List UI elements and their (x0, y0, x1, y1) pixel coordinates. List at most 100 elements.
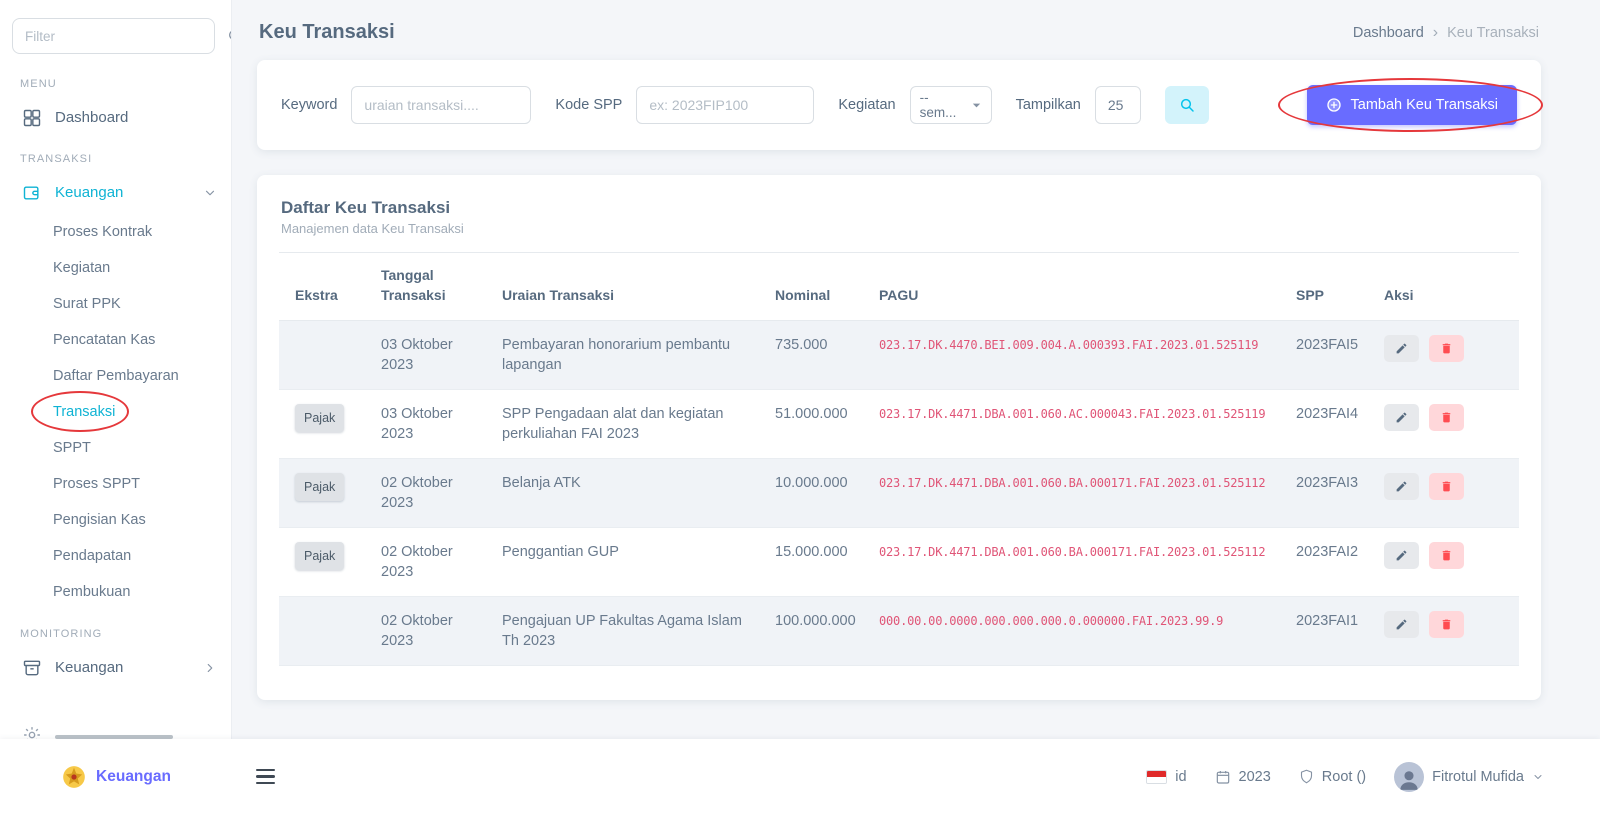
pagu-code: 023.17.DK.4470.BEI.009.004.A.000393.FAI.… (879, 338, 1258, 352)
pajak-badge: Pajak (295, 542, 344, 570)
delete-button[interactable] (1429, 542, 1464, 569)
sidebar-subitem[interactable]: Pendapatan (0, 538, 231, 574)
cell-ekstra: Pajak (279, 390, 365, 459)
delete-button[interactable] (1429, 404, 1464, 431)
sidebar-subitem[interactable]: Kegiatan (0, 250, 231, 286)
breadcrumb-home[interactable]: Dashboard (1353, 25, 1424, 41)
keyword-label: Keyword (281, 97, 337, 113)
pagu-code: 000.00.00.0000.000.000.000.0.000000.FAI.… (879, 614, 1223, 628)
sidebar-item-label: Keuangan (55, 657, 123, 679)
page-title: Keu Transaksi (259, 21, 395, 44)
flag-id-icon (1146, 770, 1167, 784)
cell-aksi (1368, 528, 1519, 597)
sidebar-subitem[interactable]: Proses Kontrak (0, 214, 231, 250)
cell-ekstra: Pajak (279, 528, 365, 597)
kode-spp-group: Kode SPP (555, 86, 814, 124)
tampilkan-group: Tampilkan (1016, 86, 1141, 124)
sidebar-subitem[interactable]: Pencatatan Kas (0, 322, 231, 358)
sidebar-subitem[interactable]: Transaksi (0, 394, 231, 430)
sidebar-subitem[interactable]: Pembukuan (0, 574, 231, 610)
sidebar-item-clipped[interactable] (0, 715, 231, 739)
edit-button[interactable] (1384, 335, 1419, 362)
col-uraian: Uraian Transaksi (486, 253, 759, 321)
user-menu[interactable]: Fitrotul Mufida (1394, 762, 1544, 792)
kode-spp-input[interactable] (636, 86, 814, 124)
delete-button[interactable] (1429, 473, 1464, 500)
sidebar-subitem[interactable]: Proses SPPT (0, 466, 231, 502)
avatar (1394, 762, 1424, 792)
footer-brand[interactable]: Keuangan (0, 764, 232, 790)
col-pagu: PAGU (863, 253, 1280, 321)
cell-spp: 2023FAI5 (1280, 321, 1368, 390)
kegiatan-label: Kegiatan (838, 97, 895, 113)
cell-uraian: SPP Pengadaan alat dan kegiatan perkulia… (486, 390, 759, 459)
cell-ekstra: Pajak (279, 459, 365, 528)
user-name-label: Fitrotul Mufida (1432, 769, 1524, 785)
add-button-label: Tambah Keu Transaksi (1351, 97, 1499, 113)
cell-aksi (1368, 459, 1519, 528)
delete-button[interactable] (1429, 611, 1464, 638)
sidebar: MENU Dashboard TRANSAKSI Keuangan (0, 0, 232, 739)
trash-icon (1440, 618, 1453, 631)
sidebar-subitem[interactable]: Daftar Pembayaran (0, 358, 231, 394)
table-row: Pajak 03 Oktober 2023 SPP Pengadaan alat… (279, 390, 1519, 459)
sidebar-filter-row (0, 0, 231, 64)
col-aksi: Aksi (1368, 253, 1519, 321)
cell-aksi (1368, 321, 1519, 390)
sidebar-item-monitoring-keuangan[interactable]: Keuangan (0, 647, 231, 689)
edit-button[interactable] (1384, 473, 1419, 500)
cell-tanggal: 02 Oktober 2023 (365, 528, 486, 597)
chevron-down-icon (203, 186, 217, 200)
pencil-icon (1395, 342, 1408, 355)
table-row: 02 Oktober 2023 Pengajuan UP Fakultas Ag… (279, 597, 1519, 666)
sidebar-item-keuangan[interactable]: Keuangan (0, 172, 231, 214)
sidebar-item-dashboard[interactable]: Dashboard (0, 97, 231, 139)
keyword-input[interactable] (351, 86, 531, 124)
chevron-down-icon (1532, 771, 1544, 783)
row-actions (1384, 335, 1503, 362)
edit-button[interactable] (1384, 542, 1419, 569)
sidebar-filter-input[interactable] (12, 18, 215, 54)
edit-button[interactable] (1384, 611, 1419, 638)
table-body: 03 Oktober 2023 Pembayaran honorarium pe… (279, 321, 1519, 666)
row-actions (1384, 611, 1503, 638)
col-spp: SPP (1280, 253, 1368, 321)
edit-button[interactable] (1384, 404, 1419, 431)
add-button-wrap: Tambah Keu Transaksi (1307, 85, 1518, 125)
table-subtitle: Manajemen data Keu Transaksi (257, 221, 1541, 252)
sidebar-subitem[interactable]: Pengisian Kas (0, 502, 231, 538)
footer-right: id 2023 Root () (1146, 762, 1544, 792)
cell-nominal: 735.000 (759, 321, 863, 390)
menu-icon[interactable] (252, 765, 279, 789)
cell-spp: 2023FAI4 (1280, 390, 1368, 459)
main-content: Keu Transaksi Dashboard › Keu Transaksi … (232, 0, 1600, 739)
breadcrumb-current: Keu Transaksi (1447, 25, 1539, 41)
cell-aksi (1368, 597, 1519, 666)
sidebar-subitem[interactable]: SPPT (0, 430, 231, 466)
kegiatan-select-value: --sem... (920, 90, 965, 120)
cell-pagu: 023.17.DK.4470.BEI.009.004.A.000393.FAI.… (863, 321, 1280, 390)
pagu-code: 023.17.DK.4471.DBA.001.060.BA.000171.FAI… (879, 476, 1265, 490)
role-label: Root () (1322, 769, 1366, 785)
add-keu-transaksi-button[interactable]: Tambah Keu Transaksi (1307, 85, 1518, 125)
col-tanggal: Tanggal Transaksi (365, 253, 486, 321)
table-row: Pajak 02 Oktober 2023 Penggantian GUP 15… (279, 528, 1519, 597)
sidebar-subitem[interactable]: Surat PPK (0, 286, 231, 322)
pencil-icon (1395, 411, 1408, 424)
tampilkan-input[interactable] (1095, 86, 1141, 124)
breadcrumb-separator-icon: › (1433, 25, 1438, 41)
kegiatan-select[interactable]: --sem... (910, 86, 992, 124)
cell-tanggal: 02 Oktober 2023 (365, 597, 486, 666)
archive-icon (22, 658, 42, 678)
cell-spp: 2023FAI1 (1280, 597, 1368, 666)
cell-pagu: 023.17.DK.4471.DBA.001.060.BA.000171.FAI… (863, 459, 1280, 528)
delete-button[interactable] (1429, 335, 1464, 362)
year-selector[interactable]: 2023 (1215, 769, 1271, 785)
search-button[interactable] (1165, 86, 1209, 124)
page-header: Keu Transaksi Dashboard › Keu Transaksi (257, 0, 1541, 60)
role-indicator[interactable]: Root () (1299, 769, 1366, 785)
sidebar-item-label: Keuangan (55, 182, 123, 204)
menu-section-label: MENU (0, 64, 231, 97)
cell-nominal: 10.000.000 (759, 459, 863, 528)
language-switcher[interactable]: id (1146, 769, 1186, 785)
